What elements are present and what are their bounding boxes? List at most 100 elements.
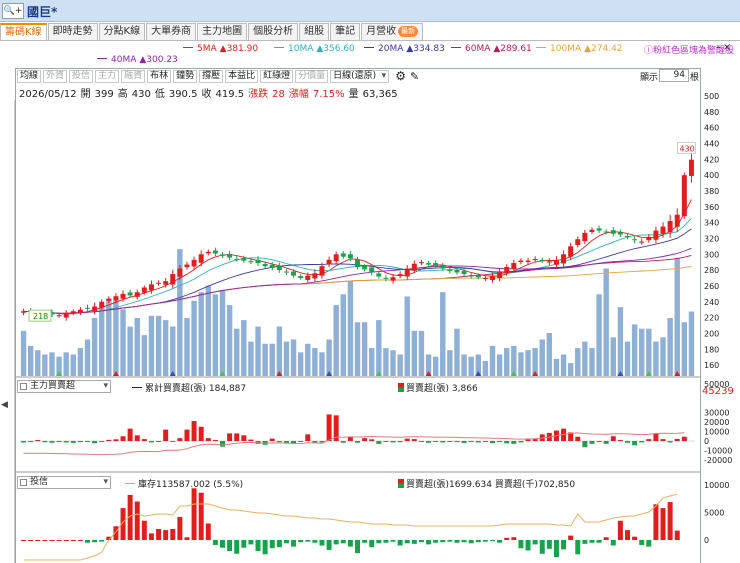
panel3-bar [269, 540, 275, 549]
volume-bar [553, 358, 560, 376]
volume-bar [461, 354, 467, 376]
panel3-bar [355, 540, 360, 554]
panel2-bar [433, 441, 439, 442]
volume-bar [610, 337, 616, 376]
price-axis-tick: 480 [704, 108, 719, 117]
volume-bar [77, 348, 84, 376]
panel3-bar [625, 530, 630, 540]
candle-body [269, 264, 275, 268]
volume-bar [653, 341, 659, 376]
panel3-axis-tick: 0 [704, 536, 709, 545]
price-axis-tick: 240 [704, 298, 719, 307]
volume-bar [454, 328, 460, 376]
volume-bar [560, 354, 567, 376]
panel3-bar [646, 540, 652, 547]
candle-body [497, 271, 503, 279]
volume-bar [681, 322, 688, 376]
panel2-bar [227, 433, 233, 441]
volume-bar [70, 354, 76, 376]
price-axis-tick: 400 [704, 171, 719, 180]
candle-body [291, 271, 297, 276]
panel2-bar [283, 441, 289, 443]
price-axis-tick: 420 [704, 155, 719, 164]
candle-body [568, 246, 574, 257]
panel2-bar [191, 421, 197, 441]
panel2-bar [667, 441, 673, 443]
panel3-bar [177, 516, 183, 540]
volume-bar [567, 363, 574, 376]
panel2-bar [589, 441, 595, 444]
volume-bar [234, 328, 240, 376]
price-axis-tick: 200 [704, 329, 719, 338]
panel3-bar [568, 535, 574, 540]
candle-body [461, 271, 467, 275]
panel2-bar [156, 441, 162, 442]
panel3-bar [539, 540, 545, 554]
panel3-bar [475, 540, 481, 543]
panel3-bar [603, 537, 609, 540]
volume-bar [539, 339, 545, 376]
panel3-bar [141, 520, 147, 540]
panel3-bar [362, 540, 368, 543]
panel2-bar [70, 441, 76, 443]
panel2-bar [355, 441, 360, 443]
panel3-bar [276, 540, 282, 548]
panel2-bar [454, 441, 460, 443]
candle-body [106, 298, 112, 301]
candle-body [255, 259, 261, 263]
panel3-bar [653, 504, 659, 540]
panel3-bar [390, 540, 396, 542]
panel2-bar [397, 441, 403, 443]
panel2-bar [106, 439, 112, 441]
candle-body [632, 239, 638, 241]
panel3-bar [582, 540, 588, 544]
panel3-bar [305, 540, 311, 542]
candle-body [546, 261, 552, 263]
volume-bar [518, 352, 524, 376]
panel2-bar [198, 426, 204, 441]
panel2-bar [248, 439, 254, 441]
volume-bar [596, 294, 602, 376]
candle-body [454, 269, 460, 273]
volume-bar [468, 356, 474, 376]
volume-bar [575, 348, 581, 376]
candle-body [603, 231, 609, 233]
panel2-bar [63, 441, 69, 443]
panel2-axis-tick: 30000 [704, 409, 729, 418]
panel2-bar [511, 441, 517, 444]
candle-body [653, 230, 659, 240]
volume-bar [248, 341, 254, 376]
panel2-bar [418, 441, 424, 442]
panel3-bar [482, 540, 488, 542]
panel3-bar [497, 540, 503, 543]
panel2-bar [674, 438, 680, 441]
volume-bar [489, 345, 496, 376]
panel3-bar [418, 540, 424, 543]
candle-body [468, 275, 474, 277]
panel3-bar [262, 540, 268, 555]
panel3-bar [113, 526, 119, 540]
candle-body [681, 175, 687, 217]
volume-bar [390, 350, 396, 376]
panel3-bar [433, 540, 439, 543]
volume-bar [582, 341, 588, 376]
panel3-bar [347, 540, 353, 547]
panel3-bar [532, 540, 538, 545]
volume-bar [191, 300, 197, 376]
candle-body [397, 274, 403, 276]
volume-bar [440, 292, 446, 376]
panel2-bar [681, 436, 687, 441]
volume-bar [42, 354, 48, 376]
price-axis-tick: 500 [704, 92, 719, 101]
volume-bar [546, 333, 553, 376]
candle-body [362, 265, 368, 270]
panel3-bar [674, 530, 680, 540]
panel2-bar [490, 441, 495, 443]
panel2-bar [497, 441, 503, 443]
panel2-bar [170, 441, 176, 442]
ma-line-100 [23, 266, 692, 314]
candle-body [134, 292, 140, 297]
candle-body [85, 307, 90, 309]
candle-body [220, 254, 225, 256]
panel3-bar [617, 520, 623, 540]
